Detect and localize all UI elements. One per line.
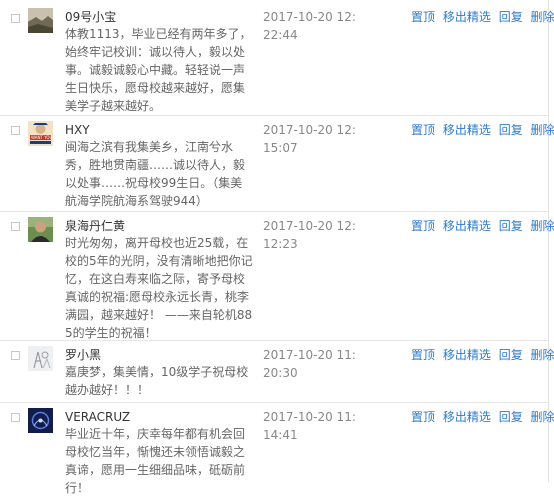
- avatar: I WANT YOU: [28, 121, 53, 146]
- landscape-photo-avatar-icon: [28, 8, 53, 33]
- reply-link[interactable]: 回复: [499, 123, 523, 137]
- avatar: [28, 8, 53, 33]
- comment-text: 体教1113，毕业已经有两年多了，始终牢记校训：诚以待人，毅以处事。诚毅诚毅心中…: [65, 27, 252, 113]
- comment-list: 09号小宝 体教1113，毕业已经有两年多了，始终牢记校训：诚以待人，毅以处事。…: [0, 0, 554, 495]
- timestamp: 2017-10-20 12:15:07: [263, 123, 356, 155]
- comment-text: 时光匆匆，离开母校也近25载，在校的5年的光阴，没有清晰地把你记忆，在这白寿来临…: [65, 236, 253, 340]
- comment-text: 闽海之滨有我集美乡，江南兮水秀，胜地贯南疆……诚以待人，毅以处事……祝母校99生…: [65, 140, 246, 208]
- username[interactable]: 泉海丹仁黄: [65, 217, 125, 235]
- i-want-you-poster-avatar-icon: I WANT YOU: [28, 121, 53, 146]
- comment-actions: 置顶 移出精选 回复 删除: [411, 408, 554, 426]
- username[interactable]: VERACRUZ: [65, 408, 130, 426]
- select-checkbox[interactable]: [11, 351, 20, 360]
- person-photo-avatar-icon: [28, 217, 53, 242]
- reply-link[interactable]: 回复: [499, 348, 523, 362]
- comment-row: 09号小宝 体教1113，毕业已经有两年多了，始终牢记校训：诚以待人，毅以处事。…: [0, 0, 554, 116]
- delete-link[interactable]: 删除: [531, 219, 554, 233]
- delete-link[interactable]: 删除: [531, 123, 554, 137]
- unfeature-link[interactable]: 移出精选: [443, 219, 491, 233]
- avatar: [28, 346, 53, 371]
- delete-link[interactable]: 删除: [531, 348, 554, 362]
- unfeature-link[interactable]: 移出精选: [443, 123, 491, 137]
- avatar: [28, 217, 53, 242]
- comment-row: VERACRUZ 毕业近十年，庆幸每年都有机会回母校忆当年，惭愧还未领悟诚毅之真…: [0, 403, 554, 495]
- comment-actions: 置顶 移出精选 回复 删除: [411, 8, 554, 26]
- unfeature-link[interactable]: 移出精选: [443, 348, 491, 362]
- night-sky-avatar-icon: [28, 408, 53, 433]
- comment-actions: 置顶 移出精选 回复 删除: [411, 121, 554, 139]
- username[interactable]: 09号小宝: [65, 8, 116, 26]
- delete-link[interactable]: 删除: [531, 10, 554, 24]
- username[interactable]: 罗小黑: [65, 346, 101, 364]
- select-checkbox[interactable]: [11, 126, 20, 135]
- comment-row: I WANT YOU HXY 闽海之滨有我集美乡，江南兮水秀，胜地贯南疆……诚以…: [0, 116, 554, 212]
- sketch-avatar-icon: [28, 346, 53, 371]
- pin-link[interactable]: 置顶: [411, 123, 435, 137]
- select-checkbox[interactable]: [11, 413, 20, 422]
- unfeature-link[interactable]: 移出精选: [443, 410, 491, 424]
- delete-link[interactable]: 删除: [531, 410, 554, 424]
- avatar: [28, 408, 53, 433]
- reply-link[interactable]: 回复: [499, 219, 523, 233]
- timestamp: 2017-10-20 11:14:41: [263, 410, 356, 442]
- comment-actions: 置顶 移出精选 回复 删除: [411, 346, 554, 364]
- pin-link[interactable]: 置顶: [411, 348, 435, 362]
- timestamp: 2017-10-20 12:22:44: [263, 10, 356, 42]
- comment-text: 毕业近十年，庆幸每年都有机会回母校忆当年，惭愧还未领悟诚毅之真谛，愿用一生细细品…: [65, 427, 246, 495]
- select-checkbox[interactable]: [11, 14, 20, 23]
- comment-text: 嘉庚梦，集美情，10级学子祝母校越办越好！！！: [65, 365, 249, 397]
- pin-link[interactable]: 置顶: [411, 10, 435, 24]
- pin-link[interactable]: 置顶: [411, 410, 435, 424]
- unfeature-link[interactable]: 移出精选: [443, 10, 491, 24]
- timestamp: 2017-10-20 12:12:23: [263, 219, 356, 251]
- select-checkbox[interactable]: [11, 222, 20, 231]
- timestamp: 2017-10-20 11:20:30: [263, 348, 356, 380]
- reply-link[interactable]: 回复: [499, 410, 523, 424]
- comment-row: 泉海丹仁黄 时光匆匆，离开母校也近25载，在校的5年的光阴，没有清晰地把你记忆，…: [0, 212, 554, 341]
- reply-link[interactable]: 回复: [499, 10, 523, 24]
- pin-link[interactable]: 置顶: [411, 219, 435, 233]
- comment-row: 罗小黑 嘉庚梦，集美情，10级学子祝母校越办越好！！！ 2017-10-20 1…: [0, 341, 554, 403]
- avatar-poster-text: I WANT YOU: [29, 135, 53, 140]
- comment-actions: 置顶 移出精选 回复 删除: [411, 217, 554, 235]
- username[interactable]: HXY: [65, 121, 90, 139]
